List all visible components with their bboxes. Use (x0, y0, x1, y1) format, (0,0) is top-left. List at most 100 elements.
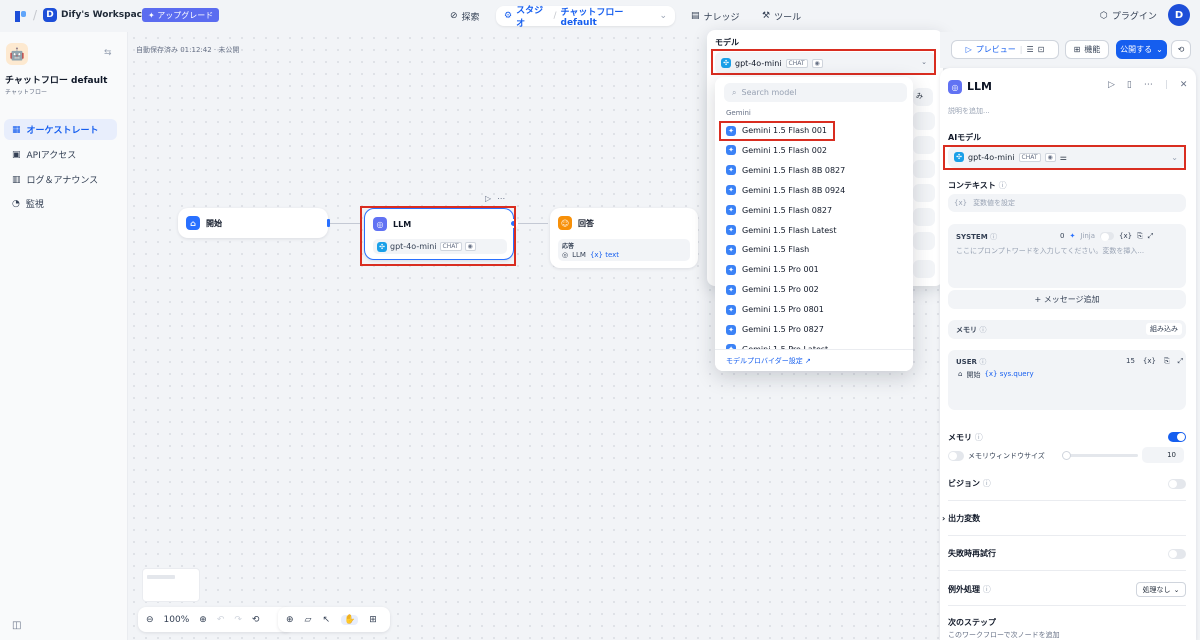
plugins-button[interactable]: ⬡ プラグイン (1100, 9, 1157, 23)
history-button[interactable]: ⟲ (1171, 40, 1191, 59)
model-option[interactable]: ✦ Gemini 1.5 Flash (723, 241, 907, 258)
note-icon[interactable]: ▱ (305, 615, 312, 625)
provider-group-label: Gemini (726, 109, 751, 117)
add-message-button[interactable]: + メッセージ追加 (948, 290, 1186, 309)
gemini-icon: ✦ (726, 304, 736, 315)
model-selector[interactable]: ✣ gpt-4o-mini CHAT ◉ ⌄ (715, 52, 935, 74)
llm-node[interactable]: ◎ LLM ✣ gpt-4o-mini CHAT ◉ (364, 208, 518, 260)
model-option[interactable]: ✦ Gemini 1.5 Pro 0801 (723, 301, 907, 318)
gemini-icon: ✦ (726, 205, 736, 216)
output-vars-toggle[interactable]: › 出力変数 (942, 513, 980, 524)
model-option[interactable]: ✦ Gemini 1.5 Pro 001 (723, 261, 907, 278)
layout-icon[interactable]: ⊞ (369, 615, 377, 625)
expand-icon[interactable]: ⤢ (1148, 232, 1154, 241)
param-badge: み (913, 88, 933, 106)
pointer-icon[interactable]: ↖ (322, 615, 330, 625)
minimap[interactable] (142, 568, 200, 602)
system-prompt-input[interactable]: ここにプロンプトワードを入力してください。変数を挿入... (956, 246, 1180, 256)
nav-studio[interactable]: ⚙ スタジオ / チャットフロー default ⌄ (496, 6, 675, 29)
expand-icon[interactable]: ⤢ (1178, 357, 1184, 366)
edge-llm-answer (514, 223, 548, 224)
home-icon: ⌂ (958, 370, 963, 378)
zoom-level[interactable]: 100% (164, 615, 190, 625)
nav-knowledge[interactable]: ▤ ナレッジ (683, 6, 748, 26)
add-node-icon[interactable]: ⊕ (286, 615, 294, 625)
upgrade-button[interactable]: ✦ アップグレード (142, 8, 220, 22)
zoom-out-icon[interactable]: ⊖ (146, 615, 154, 625)
close-icon[interactable]: ✕ (1180, 80, 1188, 90)
builtin-badge[interactable]: 組み込み (1146, 323, 1182, 335)
gemini-icon: ✦ (726, 185, 736, 196)
more-icon[interactable]: ⋯ (1144, 80, 1153, 90)
model-option[interactable]: ✦ Gemini 1.5 Flash 002 (723, 142, 907, 159)
panel-toggle-icon[interactable]: ◫ (12, 620, 21, 631)
variable-icon[interactable]: {x} (1143, 357, 1156, 366)
model-option[interactable]: ✦ Gemini 1.5 Pro 0827 (723, 321, 907, 338)
model-option[interactable]: ✦ Gemini 1.5 Flash 001 (723, 122, 907, 139)
sidebar-item-api[interactable]: ▣ APIアクセス (4, 144, 117, 165)
chevron-right-icon: › (942, 514, 946, 523)
play-icon[interactable]: ▷ (485, 194, 491, 203)
vision-toggle[interactable] (1168, 479, 1186, 489)
description-input[interactable]: 説明を追加... (948, 106, 990, 116)
ai-model-selector[interactable]: ✣ gpt-4o-mini CHAT ◉ ⚌ ⌄ (948, 146, 1186, 168)
answer-node[interactable]: ☺ 回答 応答 ◎ LLM {x} text (550, 208, 698, 268)
exception-select[interactable]: 処理なし ⌄ (1136, 582, 1186, 597)
openai-icon: ✣ (721, 58, 731, 68)
dify-logo-icon[interactable] (14, 9, 28, 23)
model-option-label: Gemini 1.5 Flash 002 (742, 145, 828, 155)
start-node[interactable]: ⌂ 開始 (178, 208, 330, 238)
undo-icon[interactable]: ↶ (217, 615, 225, 625)
sliders-icon[interactable]: ⇆ (104, 48, 112, 58)
model-option-label: Gemini 1.5 Flash 001 (742, 126, 828, 135)
workspace-avatar[interactable]: D (43, 8, 57, 22)
sidebar-item-monitor[interactable]: ◔ 監視 (4, 193, 117, 214)
more-icon[interactable]: ⋯ (497, 194, 505, 203)
separator: / (33, 8, 38, 22)
model-option[interactable]: ✦ Gemini 1.5 Flash 8B 0827 (723, 162, 907, 179)
chevron-down-icon: ⌄ (1156, 45, 1163, 54)
separator: | (1019, 45, 1023, 54)
model-option[interactable]: ✦ Gemini 1.5 Pro 002 (723, 281, 907, 298)
retry-toggle[interactable] (1168, 549, 1186, 559)
memory-window-label: メモリウィンドウサイズ (968, 452, 1045, 460)
model-option[interactable]: ✦ Gemini 1.5 Flash 8B 0924 (723, 182, 907, 199)
start-node-handle[interactable] (327, 219, 330, 227)
preview-button[interactable]: ▷ プレビュー | ☰ ⊡ (951, 40, 1059, 59)
publish-button[interactable]: 公開する ⌄ (1116, 40, 1167, 59)
copy-icon[interactable]: ⎘ (1137, 232, 1143, 241)
divider (948, 535, 1186, 536)
nav-tools[interactable]: ⚒ ツール (754, 6, 809, 26)
hand-icon[interactable]: ✋ (341, 614, 359, 625)
model-provider-settings-link[interactable]: モデルプロバイダー設定 ↗ (715, 349, 913, 371)
memory-window-value[interactable]: 10 (1142, 447, 1184, 463)
gauge-icon: ◔ (12, 198, 20, 209)
search-input[interactable]: ⌕ Search model (724, 83, 907, 102)
sidebar-item-logs[interactable]: ▥ ログ＆アナウンス (4, 169, 117, 190)
help-icon: ⓘ (998, 181, 1007, 190)
play-icon[interactable]: ▷ (1108, 80, 1115, 90)
jinja-toggle[interactable] (1100, 232, 1115, 241)
chat-tag: CHAT (785, 58, 808, 68)
model-option-label: Gemini 1.5 Pro 001 (742, 265, 819, 275)
llm-node-handle[interactable] (509, 219, 518, 228)
context-input[interactable]: {x} 変数値を設定 (948, 194, 1186, 212)
book-icon[interactable]: ▯ (1127, 80, 1132, 90)
redo-icon[interactable]: ↷ (234, 615, 242, 625)
zoom-in-icon[interactable]: ⊕ (199, 615, 207, 625)
model-option[interactable]: ✦ Gemini 1.5 Flash 0827 (723, 202, 907, 219)
user-avatar[interactable]: D (1168, 4, 1190, 26)
history-icon[interactable]: ⟲ (252, 615, 260, 625)
nav-explore[interactable]: ⊘ 探索 (442, 6, 488, 26)
sparkle-icon[interactable]: ✦ (1069, 232, 1075, 241)
memory-window-toggle[interactable] (948, 451, 964, 461)
user-prompt-box[interactable]: USER ⓘ 15 {x} ⎘ ⤢ ⌂ 開始 {x} sys.query (948, 350, 1186, 410)
sidebar-item-orchestrate[interactable]: ▦ オーケストレート (4, 119, 117, 140)
features-button[interactable]: ⊞ 機能 (1065, 40, 1109, 59)
memory-toggle[interactable] (1168, 432, 1186, 442)
system-prompt-box[interactable]: SYSTEM ⓘ 0 ✦ Jinja {x} ⎘ ⤢ ここにプロンプトワードを入… (948, 224, 1186, 288)
variable-icon[interactable]: {x} (1119, 232, 1132, 241)
copy-icon[interactable]: ⎘ (1164, 357, 1170, 366)
model-option[interactable]: ✦ Gemini 1.5 Flash Latest (723, 222, 907, 239)
memory-window-slider[interactable] (1062, 451, 1138, 460)
